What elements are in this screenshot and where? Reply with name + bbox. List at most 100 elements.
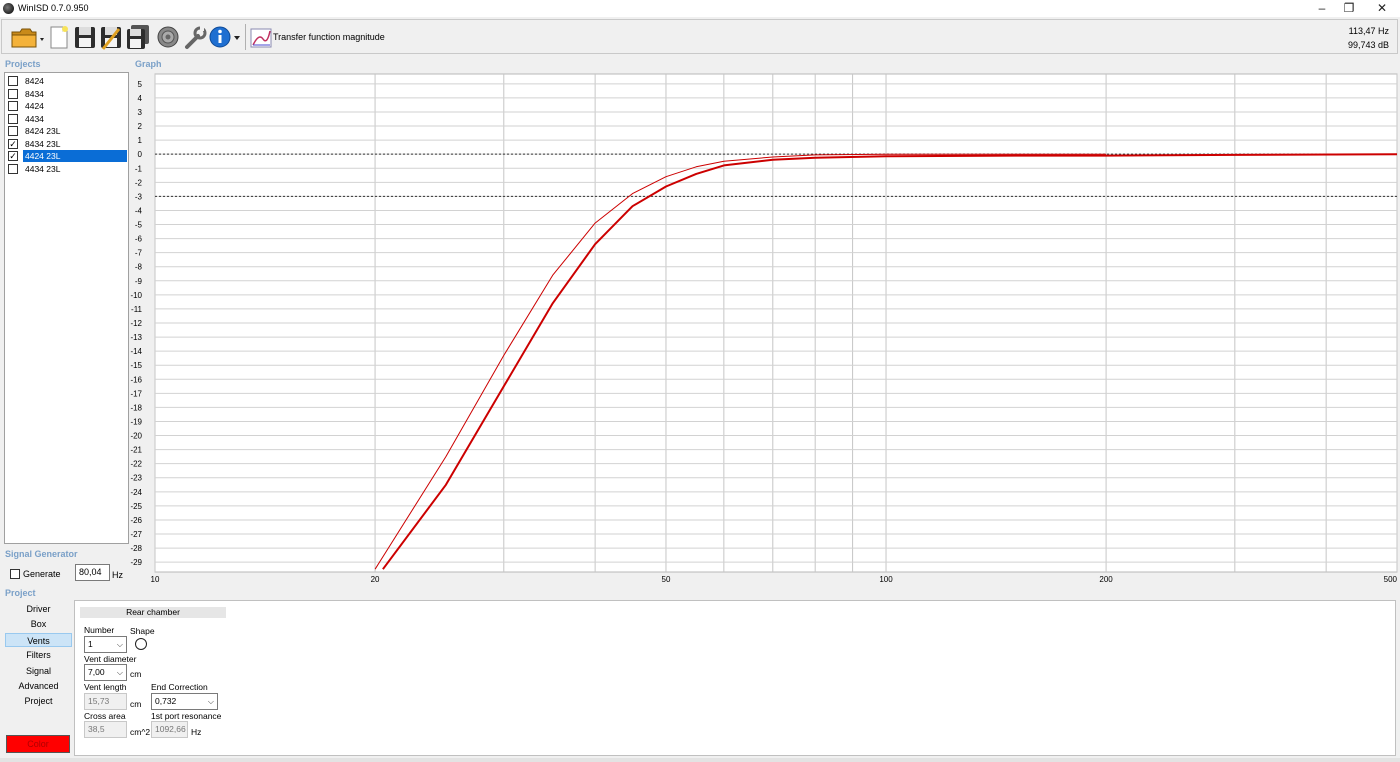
- nav-item-project[interactable]: Project: [5, 694, 72, 708]
- nav-item-vents[interactable]: Vents: [5, 632, 72, 647]
- y-tick-label: -29: [130, 558, 142, 567]
- signal-generator-label: Signal Generator: [5, 549, 78, 559]
- project-item[interactable]: ✓ 4424 23L: [7, 150, 127, 162]
- project-checkbox[interactable]: ✓: [8, 138, 18, 149]
- project-checkbox[interactable]: [8, 76, 18, 86]
- tab-rear-chamber[interactable]: Rear chamber: [80, 607, 226, 618]
- generator-frequency-unit: Hz: [112, 570, 123, 580]
- chart-icon: [250, 28, 272, 48]
- save-all-icon: [127, 25, 149, 49]
- nav-item-filters[interactable]: Filters: [5, 648, 72, 662]
- save-as-button[interactable]: [99, 23, 123, 51]
- y-tick-label: 1: [138, 136, 143, 145]
- x-tick-label: 200: [1099, 575, 1113, 584]
- vent-diameter-select[interactable]: 7,00 ⌵: [84, 664, 127, 681]
- project-item[interactable]: 8434: [7, 88, 127, 100]
- nav-item-signal[interactable]: Signal: [5, 664, 72, 678]
- project-item[interactable]: 4434: [7, 113, 127, 125]
- y-tick-label: 5: [138, 80, 143, 89]
- y-tick-label: 4: [138, 94, 143, 103]
- save-as-icon: [101, 27, 121, 50]
- y-tick-label: -21: [130, 446, 142, 455]
- round-shape-icon[interactable]: [135, 638, 147, 650]
- nav-item-driver[interactable]: Driver: [5, 602, 72, 616]
- project-label: 4434 23L: [25, 163, 61, 174]
- generate-checkbox[interactable]: [10, 569, 20, 579]
- save-all-button[interactable]: [125, 23, 151, 51]
- toolbar: Transfer function magnitude 113,47 Hz 99…: [1, 19, 1398, 54]
- y-tick-label: -3: [135, 192, 143, 201]
- response-graph[interactable]: 543210-1-2-3-4-5-6-7-8-9-10-11-12-13-14-…: [130, 70, 1400, 590]
- y-tick-label: -20: [130, 432, 142, 441]
- project-checkbox[interactable]: [8, 88, 18, 99]
- y-tick-label: -6: [135, 235, 143, 244]
- generate-label: Generate: [23, 569, 61, 579]
- project-label: 8434: [25, 88, 44, 99]
- project-checkbox[interactable]: [8, 113, 18, 124]
- driver-editor-icon: [157, 26, 179, 48]
- graph-type-label[interactable]: Transfer function magnitude: [273, 32, 385, 42]
- cross-area-field: 38,5: [84, 721, 127, 738]
- project-checkbox[interactable]: ✓: [8, 151, 18, 161]
- vent-number-select[interactable]: 1 ⌵: [84, 636, 127, 653]
- port-resonance-field: 1092,66: [151, 721, 188, 738]
- info-icon: [209, 26, 240, 48]
- new-project-icon: [50, 26, 68, 49]
- vents-panel: Rear chamber Number Shape 1 ⌵ Vent diamet…: [74, 600, 1396, 756]
- project-checkbox[interactable]: [8, 163, 18, 174]
- y-tick-label: -15: [130, 361, 142, 370]
- generator-frequency-input[interactable]: 80,04: [75, 564, 110, 581]
- y-tick-label: -28: [130, 544, 142, 553]
- graph-type-button[interactable]: [249, 23, 273, 51]
- y-tick-label: 2: [138, 122, 143, 131]
- vent-length-label: Vent length: [84, 682, 127, 692]
- shape-label: Shape: [130, 626, 155, 636]
- project-checkbox[interactable]: [8, 101, 18, 111]
- x-tick-label: 20: [371, 575, 380, 584]
- y-tick-label: -13: [130, 333, 142, 342]
- y-tick-label: -24: [130, 488, 142, 497]
- project-item[interactable]: ✓ 8434 23L: [7, 138, 127, 150]
- toolbar-separator: [245, 24, 246, 50]
- cross-area-label: Cross area: [84, 711, 126, 721]
- nav-item-advanced[interactable]: Advanced: [5, 679, 72, 693]
- project-item[interactable]: 8424: [7, 75, 127, 87]
- graph-area[interactable]: 5 4 3 2 1 0 -1 -2 -3 -4 -5 -6 -7 -8 -9 -10 -11 -12 -13 -14-…: [130, 70, 1400, 590]
- project-item[interactable]: 4424: [7, 100, 127, 112]
- project-label: 8434 23L: [25, 138, 61, 149]
- y-tick-label: -12: [130, 319, 142, 328]
- info-button[interactable]: [208, 23, 242, 51]
- window-title: WinISD 0.7.0.950: [18, 3, 89, 13]
- y-tick-label: -8: [135, 263, 143, 272]
- x-tick-label: 50: [662, 575, 671, 584]
- open-folder-button[interactable]: [10, 23, 46, 51]
- color-button[interactable]: Color: [6, 735, 70, 753]
- vent-diameter-label: Vent diameter: [84, 654, 137, 664]
- tools-button[interactable]: [182, 23, 208, 51]
- project-checkbox[interactable]: [8, 126, 18, 136]
- y-tick-label: -26: [130, 516, 142, 525]
- restore-button[interactable]: ❐: [1333, 0, 1365, 17]
- cursor-frequency-readout: 113,47 Hz: [1348, 26, 1389, 36]
- vent-length-unit: cm: [130, 699, 142, 709]
- end-correction-select[interactable]: 0,732 ⌵: [151, 693, 218, 710]
- number-label: Number: [84, 625, 115, 635]
- projects-label: Projects: [5, 59, 41, 69]
- open-folder-icon: [11, 28, 44, 48]
- x-tick-label: 10: [151, 575, 160, 584]
- graph-label: Graph: [135, 59, 162, 69]
- project-label: 4434: [25, 113, 44, 124]
- new-project-button[interactable]: [48, 23, 70, 51]
- title-bar: WinISD 0.7.0.950 – ❐ ✕: [0, 0, 1400, 17]
- project-item[interactable]: 4434 23L: [7, 163, 127, 175]
- y-tick-label: -11: [131, 305, 143, 314]
- port-resonance-unit: Hz: [191, 727, 202, 737]
- nav-item-box[interactable]: Box: [5, 617, 72, 631]
- tools-icon: [185, 26, 207, 49]
- save-button[interactable]: [73, 23, 97, 51]
- projects-list: 8424 8434 4424 4434 8424 23L ✓ 8434 23L ✓ 4424 2…: [4, 72, 129, 544]
- project-item[interactable]: 8424 23L: [7, 125, 127, 137]
- close-button[interactable]: ✕: [1366, 0, 1398, 17]
- y-tick-label: -5: [135, 221, 143, 230]
- driver-editor-button[interactable]: [155, 23, 181, 51]
